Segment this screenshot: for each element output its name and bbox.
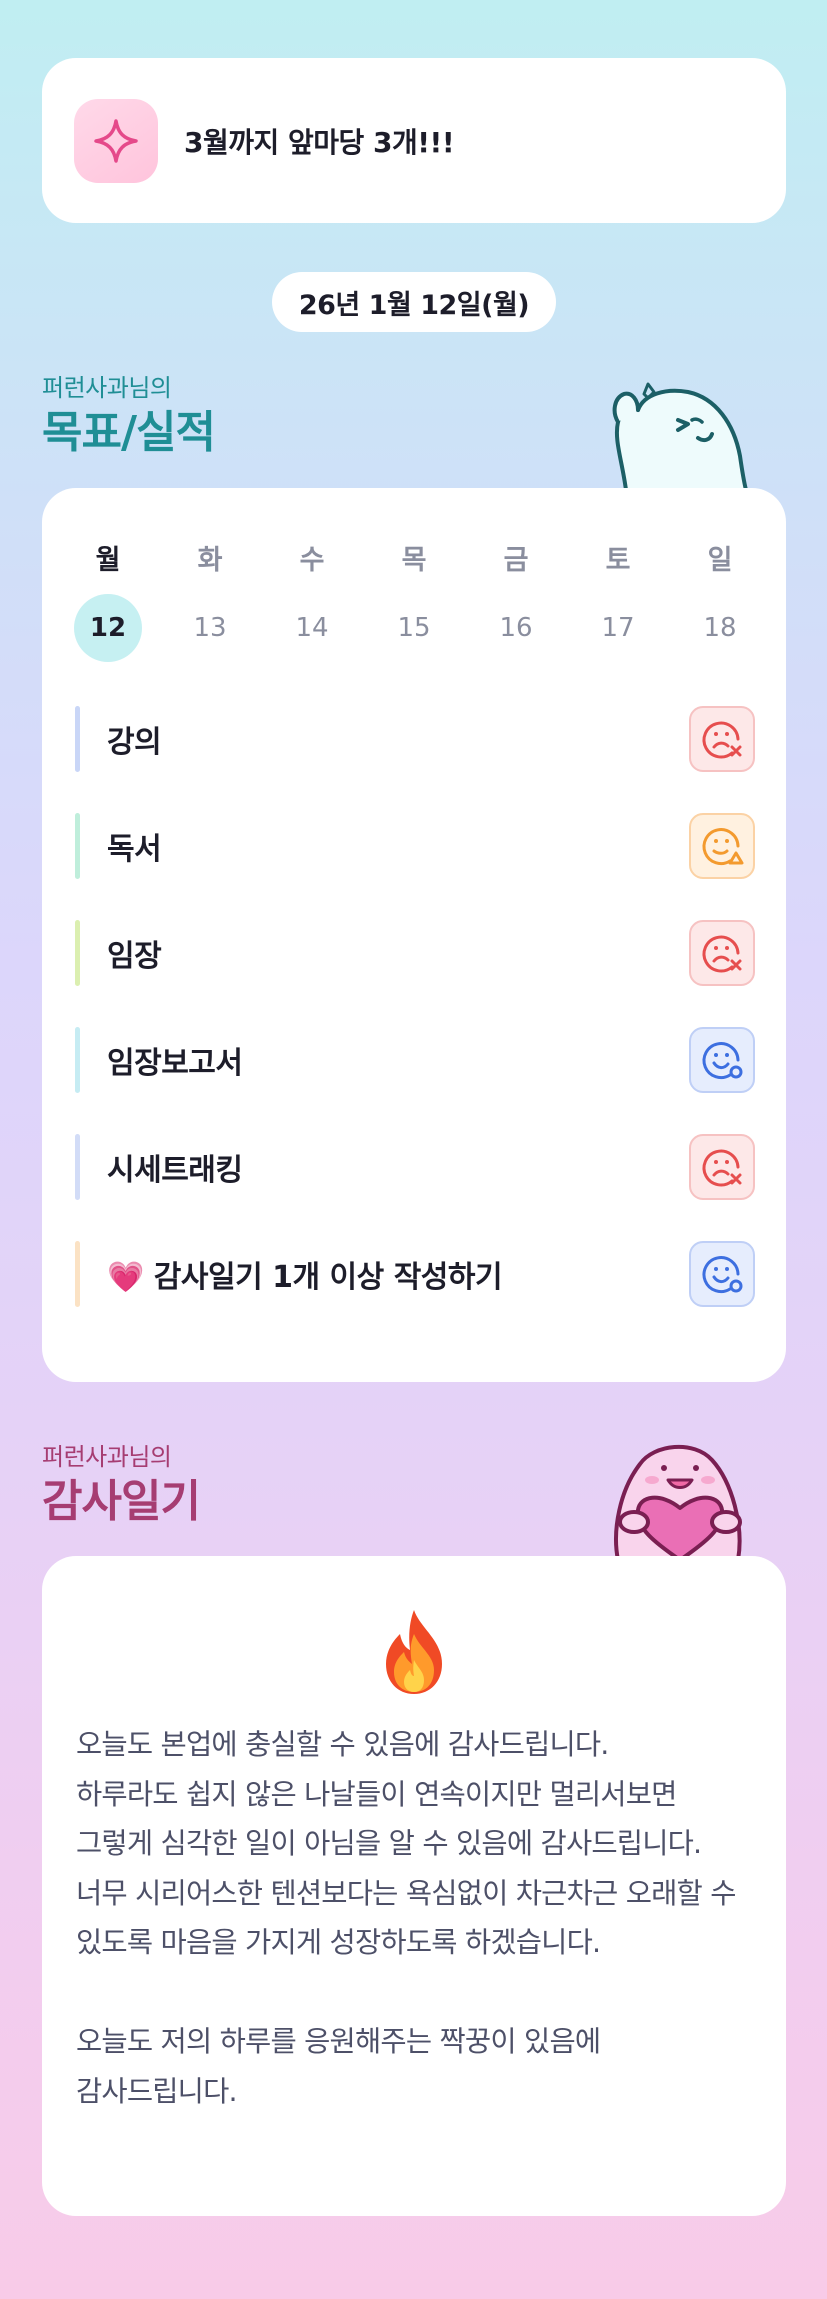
task-item[interactable]: 시세트래킹 (75, 1134, 755, 1200)
weekday-label: 토 (605, 545, 631, 576)
diary-section-title: 감사일기 (42, 1476, 201, 1527)
task-item[interactable]: 임장 (75, 920, 755, 986)
task-label: 독서 (107, 832, 162, 867)
goals-section-title: 목표/실적 (42, 407, 216, 458)
sparkle-icon (74, 98, 158, 183)
sad-face-fail-icon[interactable] (689, 706, 755, 772)
day-15[interactable]: 15 (380, 594, 448, 662)
task-item[interactable]: 강의 (75, 706, 755, 772)
happy-face-success-icon[interactable] (689, 1241, 755, 1307)
diary-entry-text: 오늘도 본업에 충실할 수 있음에 감사드립니다. 하루라도 쉽지 않은 나날들… (76, 1728, 736, 2108)
weekday-label: 수 (299, 545, 325, 576)
task-label: 임장보고서 (107, 1046, 243, 1081)
waving-mascot-illustration (612, 382, 748, 490)
task-color-bar (75, 1134, 80, 1200)
task-label: 💗 감사일기 1개 이상 작성하기 (107, 1260, 503, 1295)
weekday-label: 일 (707, 545, 733, 576)
day-14[interactable]: 14 (278, 594, 346, 662)
weekday-label: 금 (503, 545, 529, 576)
task-item[interactable]: 임장보고서 (75, 1027, 755, 1093)
day-18[interactable]: 18 (686, 594, 754, 662)
date-selector[interactable]: 26년 1월 12일(월) (272, 272, 556, 332)
goal-banner[interactable]: 3월까지 앞마당 3개!!! (42, 58, 786, 223)
task-label: 강의 (107, 725, 162, 760)
day-12-selected[interactable]: 12 (74, 594, 142, 662)
sad-face-fail-icon[interactable] (689, 1134, 755, 1200)
sad-face-fail-icon[interactable] (689, 920, 755, 986)
task-color-bar (75, 920, 80, 986)
task-color-bar (75, 1027, 80, 1093)
day-16[interactable]: 16 (482, 594, 550, 662)
weekday-label: 월 (95, 545, 121, 576)
weekday-label: 화 (197, 545, 223, 576)
neutral-face-warning-icon[interactable] (689, 813, 755, 879)
task-color-bar (75, 813, 80, 879)
happy-face-success-icon[interactable] (689, 1027, 755, 1093)
task-color-bar (75, 706, 80, 772)
gratitude-diary-card[interactable]: 오늘도 본업에 충실할 수 있음에 감사드립니다. 하루라도 쉽지 않은 나날들… (42, 1556, 786, 2216)
task-label: 임장 (107, 939, 162, 974)
day-17[interactable]: 17 (584, 594, 652, 662)
fire-icon (386, 1610, 442, 1694)
heart-mascot-illustration (614, 1445, 742, 1560)
task-color-bar (75, 1241, 80, 1307)
day-13[interactable]: 13 (176, 594, 244, 662)
task-label: 시세트래킹 (107, 1153, 243, 1188)
task-item[interactable]: 독서 (75, 813, 755, 879)
goal-text: 3월까지 앞마당 3개!!! (184, 125, 455, 159)
task-item[interactable]: 💗 감사일기 1개 이상 작성하기 (75, 1241, 755, 1307)
goals-card: 월 화 수 목 금 토 일 12 13 14 15 16 17 18 강의 독서 (42, 488, 786, 1382)
weekday-label: 목 (401, 545, 427, 576)
